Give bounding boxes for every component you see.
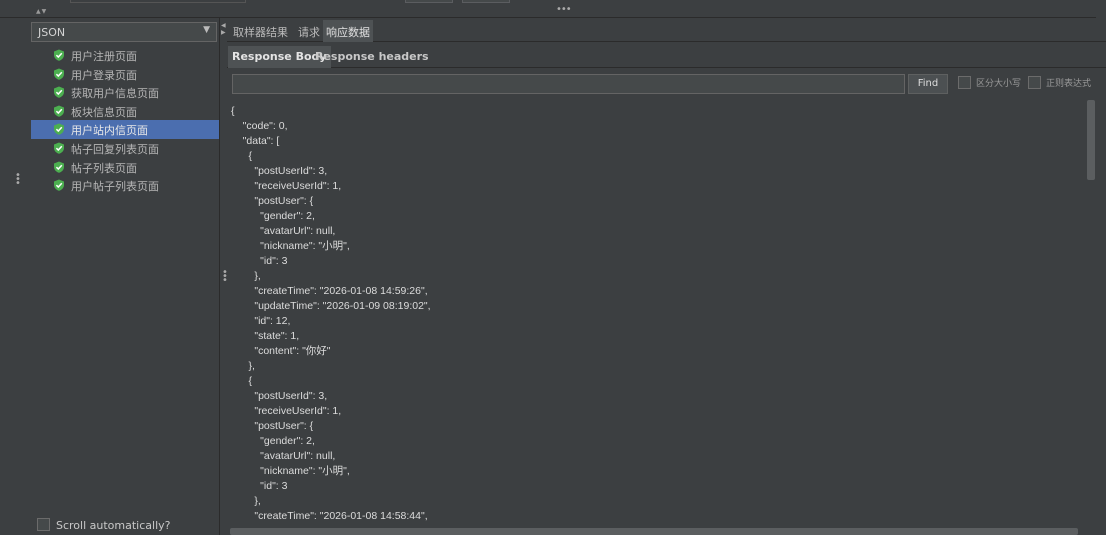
tree-item[interactable]: 帖子列表页面 bbox=[31, 158, 219, 177]
top-button-1[interactable] bbox=[405, 0, 453, 3]
success-shield-icon bbox=[54, 68, 64, 80]
success-shield-icon bbox=[54, 161, 64, 173]
success-shield-icon bbox=[54, 179, 64, 191]
scroll-automatically-checkbox[interactable] bbox=[37, 518, 50, 531]
success-shield-icon bbox=[54, 105, 64, 117]
case-sensitive-checkbox[interactable] bbox=[958, 76, 971, 89]
result-detail-panel: 取样器结果 请求 响应数据 Response Body Response hea… bbox=[227, 18, 1106, 535]
scroll-automatically-label: Scroll automatically? bbox=[56, 519, 171, 532]
drag-handle-icon[interactable]: ••• bbox=[556, 4, 572, 15]
tab-request[interactable]: 请求 bbox=[295, 20, 323, 42]
tree-item-label: 帖子回复列表页面 bbox=[71, 142, 159, 156]
splitter-arrows-icon[interactable]: ◀ ▶ bbox=[221, 22, 226, 36]
tree-item[interactable]: 用户帖子列表页面 bbox=[31, 176, 219, 195]
horizontal-scrollbar[interactable] bbox=[230, 528, 1078, 535]
horizontal-splitter[interactable]: ▲▼ ••• bbox=[0, 4, 1096, 18]
success-shield-icon bbox=[54, 142, 64, 154]
tree-item-label: 用户帖子列表页面 bbox=[71, 180, 159, 194]
tree-item[interactable]: 用户站内信页面 bbox=[31, 120, 219, 139]
result-tabs: 取样器结果 请求 响应数据 bbox=[227, 20, 1106, 42]
top-button-2[interactable] bbox=[462, 0, 510, 3]
renderer-select[interactable]: JSON ▼ bbox=[31, 22, 217, 42]
collapse-arrows-icon[interactable]: ▲▼ bbox=[36, 8, 47, 15]
tree-item-label: 用户注册页面 bbox=[71, 50, 137, 63]
tree-item-label: 帖子列表页面 bbox=[71, 161, 137, 175]
top-field[interactable] bbox=[70, 0, 246, 3]
success-shield-icon bbox=[54, 86, 64, 98]
left-drag-handle-icon[interactable]: • • • bbox=[15, 171, 21, 189]
tree-item[interactable]: 帖子回复列表页面 bbox=[31, 139, 219, 158]
renderer-select-value: JSON bbox=[38, 26, 66, 39]
response-body-text: { "code": 0, "data": [ { "postUserId": 3… bbox=[231, 105, 431, 522]
tab-response-data[interactable]: 响应数据 bbox=[323, 20, 373, 42]
results-tree-panel: JSON ▼ 用户注册页面 用户登录页面获取用户信息页面 板块信息页面 用户站内信页面… bbox=[31, 20, 219, 535]
tree-item[interactable]: 用户注册页面 bbox=[31, 46, 219, 65]
tree-item-label: 板块信息页面 bbox=[71, 105, 137, 119]
chevron-down-icon[interactable]: ▼ bbox=[203, 25, 210, 35]
tree-item-label: 获取用户信息页面 bbox=[71, 87, 159, 101]
tree-item-label: 用户登录页面 bbox=[71, 68, 137, 82]
search-input[interactable] bbox=[232, 74, 905, 94]
sampler-tree: 用户注册页面 用户登录页面获取用户信息页面 板块信息页面 用户站内信页面 帖子回复列表页… bbox=[31, 46, 219, 195]
tree-item-label: 用户站内信页面 bbox=[71, 124, 148, 138]
top-toolbar bbox=[0, 0, 1106, 10]
vertical-splitter[interactable]: ◀ ▶ • • • bbox=[219, 18, 228, 535]
regex-label: 正则表达式 bbox=[1046, 79, 1092, 89]
tree-item[interactable]: 获取用户信息页面 bbox=[31, 83, 219, 102]
tree-item[interactable]: 用户登录页面 bbox=[31, 65, 219, 84]
response-body-viewer[interactable]: { "code": 0, "data": [ { "postUserId": 3… bbox=[227, 100, 1085, 527]
regex-checkbox[interactable] bbox=[1028, 76, 1041, 89]
tab-sampler-result[interactable]: 取样器结果 bbox=[230, 20, 291, 42]
success-shield-icon bbox=[54, 123, 64, 136]
success-shield-icon bbox=[54, 49, 64, 61]
tree-item[interactable]: 板块信息页面 bbox=[31, 102, 219, 121]
response-subtabs: Response Body Response headers bbox=[227, 44, 1106, 68]
tab-response-headers[interactable]: Response headers bbox=[311, 46, 433, 68]
vertical-scrollbar[interactable] bbox=[1087, 100, 1095, 180]
find-button[interactable]: Find bbox=[908, 74, 948, 94]
case-sensitive-label: 区分大小写 bbox=[976, 79, 1022, 89]
